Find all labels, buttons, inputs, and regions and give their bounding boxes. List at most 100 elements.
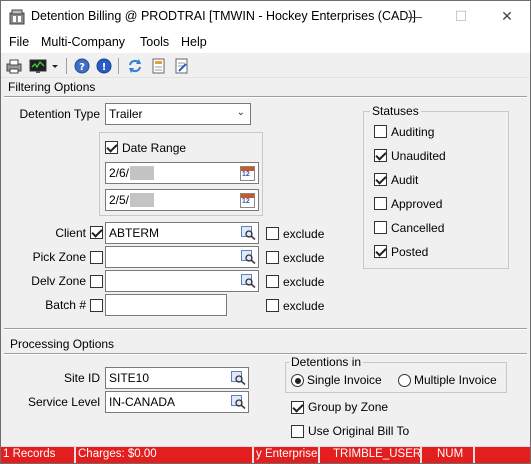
status-empty: [475, 447, 530, 463]
app-icon: [9, 9, 25, 25]
status-cancelled-checkbox[interactable]: [374, 221, 387, 234]
calendar-icon[interactable]: 12: [240, 166, 255, 181]
menu-bar: File Multi-Company Tools Help: [1, 32, 530, 53]
monitor-icon[interactable]: [29, 57, 47, 75]
group-by-zone-checkbox[interactable]: [291, 401, 304, 414]
document-icon[interactable]: [150, 57, 168, 75]
detention-type-value: Trailer: [109, 107, 143, 121]
info-icon[interactable]: !: [95, 57, 113, 75]
menu-multi-company[interactable]: Multi-Company: [41, 35, 125, 49]
delv-zone-exclude-checkbox[interactable]: [266, 275, 279, 288]
close-button[interactable]: ✕: [484, 1, 530, 32]
site-id-label: Site ID: [63, 371, 100, 385]
single-invoice-radio[interactable]: [291, 374, 304, 387]
minimize-button[interactable]: —: [392, 1, 438, 32]
client-exclude-label: exclude: [283, 227, 325, 241]
menu-file[interactable]: File: [9, 35, 29, 49]
status-bar: 1 Records Charges: $0.00 y Enterprises T…: [1, 446, 530, 463]
client-field[interactable]: ABTERM: [105, 222, 259, 244]
client-exclude-checkbox[interactable]: [266, 227, 279, 240]
lookup-icon[interactable]: [231, 395, 246, 409]
service-level-value: IN-CANADA: [109, 395, 176, 409]
lookup-icon[interactable]: [231, 371, 246, 385]
title-bar: Detention Billing @ PRODTRAI [TMWIN - Ho…: [1, 1, 530, 32]
pick-zone-field[interactable]: [105, 246, 259, 268]
date-range-label: Date Range: [122, 141, 187, 155]
document-edit-icon[interactable]: [173, 57, 191, 75]
calendar-icon-text: 12: [242, 198, 250, 205]
delv-zone-field[interactable]: [105, 270, 259, 292]
group-by-zone-label: Group by Zone: [308, 400, 389, 414]
svg-text:?: ?: [79, 62, 85, 73]
use-original-bill-to-label: Use Original Bill To: [308, 424, 410, 438]
service-level-label: Service Level: [27, 395, 100, 409]
batch-checkbox[interactable]: [90, 299, 103, 312]
menu-help[interactable]: Help: [181, 35, 207, 49]
filtering-options-title: Filtering Options: [8, 80, 96, 94]
printer-icon[interactable]: [5, 57, 23, 75]
pick-zone-checkbox[interactable]: [90, 251, 103, 264]
status-user: TRIMBLE_USER: [320, 447, 420, 463]
status-company: y Enterprises: [254, 447, 318, 463]
svg-text:!: !: [102, 62, 107, 73]
detentions-in-title: Detentions in: [289, 355, 364, 369]
delv-zone-checkbox[interactable]: [90, 275, 103, 288]
start-date-value: 2/6/: [109, 166, 130, 180]
calendar-icon-text: 12: [242, 171, 250, 178]
status-records: 1 Records: [1, 447, 74, 463]
status-audit-label: Audit: [391, 173, 419, 187]
use-original-bill-to-checkbox[interactable]: [291, 425, 304, 438]
start-date-field[interactable]: 2/6/ 12: [105, 162, 259, 184]
batch-field[interactable]: [105, 294, 227, 316]
dropdown-arrow-icon[interactable]: [50, 57, 60, 75]
detention-type-label: Detention Type: [19, 107, 100, 121]
status-charges: Charges: $0.00: [76, 447, 252, 463]
status-auditing-checkbox[interactable]: [374, 125, 387, 138]
maximize-button[interactable]: ☐: [438, 1, 484, 32]
lookup-icon[interactable]: [241, 226, 256, 240]
statuses-title: Statuses: [370, 104, 421, 118]
delv-zone-exclude-label: exclude: [283, 275, 325, 289]
toolbar-separator: [66, 58, 67, 74]
calendar-icon[interactable]: 12: [240, 193, 255, 208]
status-unaudited-checkbox[interactable]: [374, 149, 387, 162]
pick-zone-label: Pick Zone: [32, 250, 86, 264]
delv-zone-label: Delv Zone: [31, 274, 86, 288]
date-range-checkbox[interactable]: [105, 141, 118, 154]
chevron-down-icon: ⌄: [236, 107, 245, 118]
end-date-value: 2/5/: [109, 193, 130, 207]
single-invoice-label: Single Invoice: [307, 373, 382, 387]
service-level-field[interactable]: IN-CANADA: [105, 391, 249, 413]
lookup-icon[interactable]: [241, 250, 256, 264]
status-auditing-label: Auditing: [391, 125, 435, 139]
multiple-invoice-label: Multiple Invoice: [414, 373, 497, 387]
multiple-invoice-radio[interactable]: [398, 374, 411, 387]
refresh-icon[interactable]: [126, 57, 144, 75]
redacted-block: [130, 193, 155, 207]
toolbar-separator: [118, 58, 119, 74]
help-icon[interactable]: ?: [73, 57, 91, 75]
redacted-block: [130, 166, 155, 180]
batch-exclude-checkbox[interactable]: [266, 299, 279, 312]
menu-tools[interactable]: Tools: [140, 35, 169, 49]
site-id-field[interactable]: SITE10: [105, 367, 249, 389]
status-posted-label: Posted: [391, 245, 429, 259]
pick-zone-exclude-checkbox[interactable]: [266, 251, 279, 264]
client-checkbox[interactable]: [90, 226, 103, 239]
status-posted-checkbox[interactable]: [374, 245, 387, 258]
end-date-field[interactable]: 2/5/ 12: [105, 189, 259, 211]
processing-separator: [4, 353, 527, 355]
client-label: Client: [55, 226, 86, 240]
batch-label: Batch #: [45, 298, 86, 312]
status-unaudited-label: Unaudited: [391, 149, 446, 163]
status-audit-checkbox[interactable]: [374, 173, 387, 186]
detention-type-select[interactable]: Trailer ⌄: [105, 103, 251, 125]
window-title: Detention Billing @ PRODTRAI [TMWIN - Ho…: [31, 9, 416, 23]
detention-billing-window: Detention Billing @ PRODTRAI [TMWIN - Ho…: [0, 0, 531, 464]
status-cancelled-label: Cancelled: [391, 221, 445, 235]
lookup-icon[interactable]: [241, 274, 256, 288]
pick-zone-exclude-label: exclude: [283, 251, 325, 265]
status-num: NUM: [422, 447, 473, 463]
processing-options-title: Processing Options: [10, 337, 115, 351]
status-approved-checkbox[interactable]: [374, 197, 387, 210]
